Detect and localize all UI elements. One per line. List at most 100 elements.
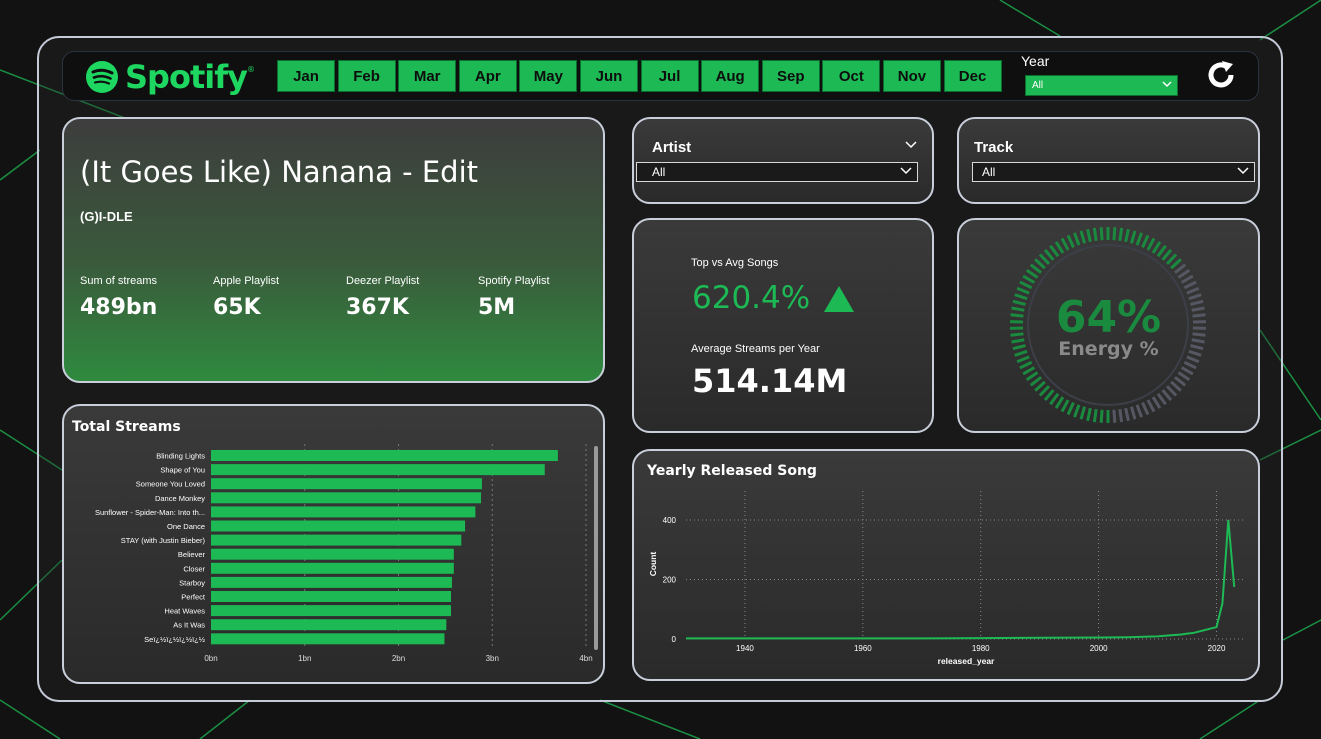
gauge-tick-empty <box>1118 408 1124 423</box>
kpi-label: Sum of streams <box>80 275 158 287</box>
gauge-tick-filled <box>1038 385 1051 397</box>
gauge-tick-filled <box>1141 234 1150 248</box>
bar[interactable] <box>211 562 454 574</box>
spotify-logo: Spotify ® <box>85 58 255 96</box>
month-button-sep[interactable]: Sep <box>761 60 820 92</box>
month-button-jul[interactable]: Jul <box>640 60 699 92</box>
gauge-tick-empty <box>1135 404 1143 418</box>
gauge-tick-filled <box>1079 406 1087 420</box>
song-title: (It Goes Like) Nanana - Edit <box>80 155 479 189</box>
bar[interactable] <box>211 576 452 588</box>
gauge-tick-filled <box>1034 258 1046 270</box>
track-slicer: Track All <box>957 117 1260 204</box>
month-button-jan[interactable]: Jan <box>277 60 335 92</box>
bar-label: One Dance <box>167 522 205 531</box>
gauge-tick-filled <box>1066 402 1075 416</box>
gauge-tick-empty <box>1165 385 1178 397</box>
gauge-tick-empty <box>1112 409 1117 423</box>
month-button-feb[interactable]: Feb <box>337 60 396 92</box>
month-button-oct[interactable]: Oct <box>822 60 881 92</box>
top-bar: Spotify ® Jan Feb Mar Apr May Jun Jul Au… <box>62 51 1259 101</box>
x-tick-label: 1bn <box>298 654 311 663</box>
spotify-icon <box>86 61 118 93</box>
bar-label: Starboy <box>179 578 205 587</box>
song-artist: (G)I-DLE <box>80 209 133 224</box>
gauge-tick-empty <box>1156 392 1167 406</box>
bar[interactable] <box>211 619 447 631</box>
refresh-icon[interactable] <box>1204 58 1238 92</box>
gauge-tick-empty <box>1129 406 1137 420</box>
gauge-tick-filled <box>1170 258 1182 270</box>
bar-label: Sunflower - Spider-Man: Into th... <box>95 508 205 517</box>
chevron-down-icon <box>1237 167 1249 175</box>
month-button-dec[interactable]: Dec <box>943 60 1002 92</box>
kpi-value: 5M <box>478 295 516 320</box>
gauge-tick-filled <box>1019 360 1033 370</box>
bar[interactable] <box>211 548 454 560</box>
gauge-tick-empty <box>1151 396 1162 409</box>
gauge-tick-filled <box>1118 227 1124 242</box>
gauge-tick-filled <box>1073 404 1081 418</box>
chevron-down-icon[interactable] <box>904 139 918 151</box>
kpi-sum-streams: Sum of streams 489bn <box>80 275 157 320</box>
bar-label: Shape of You <box>160 466 205 475</box>
bar[interactable] <box>211 520 466 532</box>
bar[interactable] <box>211 534 462 546</box>
month-button-nov[interactable]: Nov <box>882 60 941 92</box>
track-dropdown[interactable]: All <box>972 162 1255 182</box>
chevron-down-icon <box>900 167 912 175</box>
kpi-label: Apple Playlist <box>213 275 280 287</box>
month-button-may[interactable]: May <box>519 60 578 92</box>
bar[interactable] <box>211 450 558 461</box>
gauge-tick-filled <box>1034 380 1046 392</box>
gauge-tick-empty <box>1141 402 1150 416</box>
month-button-jun[interactable]: Jun <box>579 60 638 92</box>
gauge-tick-filled <box>1092 227 1098 242</box>
registered-mark: ® <box>246 65 255 74</box>
gauge-tick-filled <box>1073 232 1081 246</box>
artist-dropdown-value: All <box>652 165 666 179</box>
chart-scrollbar[interactable] <box>594 446 598 650</box>
bar[interactable] <box>211 478 482 490</box>
year-label: Year <box>1021 53 1050 69</box>
gauge-tick-filled <box>1165 253 1178 265</box>
gauge-tick-filled <box>1025 371 1039 382</box>
energy-label: Energy % <box>1058 338 1159 360</box>
month-button-mar[interactable]: Mar <box>398 60 457 92</box>
gauge-tick-filled <box>1161 248 1173 261</box>
bar-label: Believer <box>178 550 206 559</box>
bar[interactable] <box>211 464 545 476</box>
artist-slicer: Artist All <box>632 117 934 204</box>
series-line[interactable] <box>686 519 1236 640</box>
bar[interactable] <box>211 492 481 504</box>
y-axis-label: Count <box>648 552 658 577</box>
month-button-apr[interactable]: Apr <box>458 60 517 92</box>
gauge-tick-empty <box>1161 389 1173 402</box>
bar[interactable] <box>211 506 476 518</box>
month-button-aug[interactable]: Aug <box>701 60 760 92</box>
gauge-tick-filled <box>1049 244 1060 258</box>
gauge-tick-filled <box>1029 376 1042 387</box>
gauge-tick-empty <box>1180 366 1194 376</box>
kpi-label: Deezer Playlist <box>346 275 420 287</box>
top-vs-avg-card: Top vs Avg Songs 620.4% Average Streams … <box>632 218 934 433</box>
gauge-tick-empty <box>1174 376 1187 387</box>
bar[interactable] <box>211 591 451 602</box>
x-tick-label: 3bn <box>486 654 499 663</box>
total-streams-chart: 0bn 1bn 2bn 3bn 4bn Blinding Lights Shape of Y… <box>95 444 593 663</box>
year-dropdown[interactable]: All <box>1025 75 1178 96</box>
kpi-value: 65K <box>213 295 261 320</box>
kpi-value: 367K <box>346 295 409 320</box>
gauge-tick-filled <box>1112 227 1117 241</box>
kpi-deezer-playlist: Deezer Playlist 367K <box>346 275 419 320</box>
gauge-tick-filled <box>1124 228 1130 243</box>
bar[interactable] <box>211 605 451 617</box>
gauge-tick-filled <box>1049 392 1060 406</box>
bar[interactable] <box>211 633 445 645</box>
artist-dropdown[interactable]: All <box>636 162 918 182</box>
chevron-down-icon <box>1162 81 1172 88</box>
gauge-tick-filled <box>1151 241 1162 254</box>
kpi-spotify-playlist: Spotify Playlist 5M <box>478 275 550 320</box>
gauge-tick-empty <box>1177 268 1191 279</box>
gauge-tick-filled <box>1022 366 1036 376</box>
